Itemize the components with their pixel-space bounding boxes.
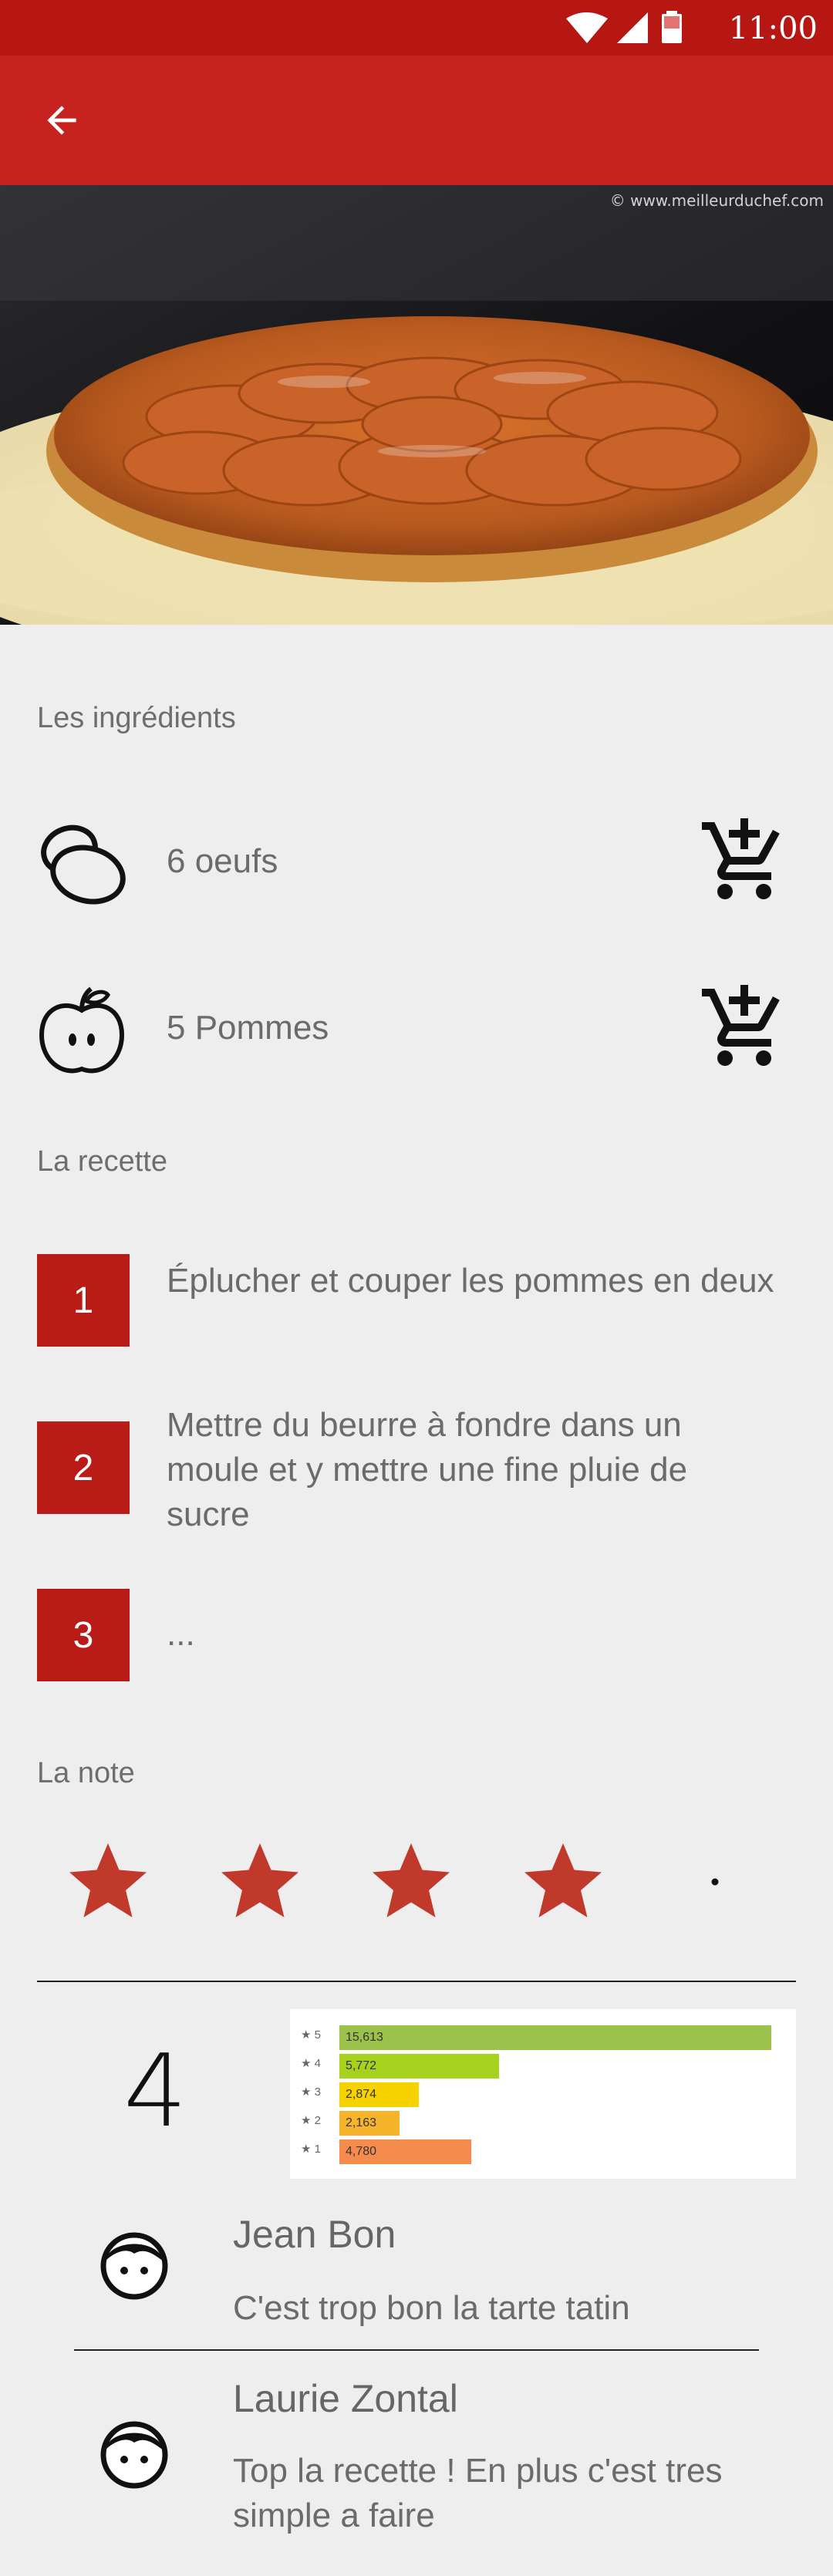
step-text: ... <box>167 1615 195 1653</box>
star-icon[interactable] <box>365 1836 457 1928</box>
wifi-icon <box>566 12 608 43</box>
ingredient-row: 5 Pommes <box>0 969 833 1077</box>
user-face-icon <box>100 2232 168 2300</box>
distribution-row: ★ 5 15,613 <box>290 2025 796 2050</box>
rating-distribution: ★ 5 15,613 ★ 4 5,772 ★ 3 2,874 ★ 2 2,163… <box>290 2009 796 2179</box>
distribution-star-label: ★ 2 <box>301 2114 321 2127</box>
ingredient-label: 6 oeufs <box>167 842 278 880</box>
arrow-left-icon <box>47 106 76 135</box>
distribution-count: 15,613 <box>346 2031 383 2044</box>
status-icons <box>566 11 682 43</box>
tarte-tatin-illustration <box>0 185 833 625</box>
rating-divider <box>37 1981 796 1982</box>
photo-watermark: © www.meilleurduchef.com <box>609 191 824 210</box>
star-rating[interactable] <box>62 1836 802 1928</box>
distribution-star-label: ★ 4 <box>301 2057 321 2070</box>
distribution-star-label: ★ 3 <box>301 2085 321 2099</box>
step-number: 3 <box>37 1589 130 1681</box>
distribution-count: 5,772 <box>346 2059 377 2072</box>
step-text: Éplucher et couper les pommes en deux <box>167 1262 774 1300</box>
egg-icon <box>41 824 126 905</box>
reviewer-name: Laurie Zontal <box>233 2377 458 2420</box>
distribution-row: ★ 4 5,772 <box>290 2054 796 2079</box>
recipe-photo: © www.meilleurduchef.com <box>0 185 833 625</box>
recipe-title: La recette <box>37 1145 167 1178</box>
review-divider <box>74 2349 759 2351</box>
signal-icon <box>617 12 648 43</box>
star-icon[interactable] <box>517 1836 609 1928</box>
app-bar <box>0 56 833 185</box>
status-bar: 11:00 <box>0 0 833 56</box>
ingredients-title: Les ingrédients <box>37 702 236 734</box>
distribution-row: ★ 3 2,874 <box>290 2082 796 2107</box>
distribution-bar <box>339 2025 771 2050</box>
add-to-cart-icon[interactable] <box>698 981 791 1074</box>
add-to-cart-icon[interactable] <box>698 814 791 907</box>
distribution-count: 2,163 <box>346 2116 377 2129</box>
star-icon-empty[interactable] <box>669 1836 761 1928</box>
step-number: 2 <box>37 1421 130 1514</box>
distribution-star-label: ★ 5 <box>301 2028 321 2042</box>
distribution-count: 4,780 <box>346 2145 377 2158</box>
status-time: 11:00 <box>728 11 818 46</box>
step-text: Mettre du beurre à fondre dans un moule … <box>167 1406 688 1533</box>
distribution-count: 2,874 <box>346 2088 377 2101</box>
distribution-row: ★ 1 4,780 <box>290 2139 796 2164</box>
star-icon[interactable] <box>214 1836 306 1928</box>
ingredient-row: 6 oeufs <box>0 802 833 910</box>
average-rating: 4 <box>123 2032 187 2149</box>
distribution-row: ★ 2 2,163 <box>290 2111 796 2136</box>
user-face-icon <box>100 2421 168 2489</box>
review-comment: C'est trop bon la tarte tatin <box>233 2289 630 2327</box>
apple-icon <box>39 986 125 1074</box>
distribution-star-label: ★ 1 <box>301 2143 321 2156</box>
star-icon[interactable] <box>62 1836 154 1928</box>
ingredient-label: 5 Pommes <box>167 1009 329 1047</box>
battery-icon <box>662 11 682 43</box>
rating-title: La note <box>37 1757 135 1789</box>
back-button[interactable] <box>31 89 93 151</box>
review-comment: Top la recette ! En plus c'est tres simp… <box>233 2452 723 2534</box>
reviewer-name: Jean Bon <box>233 2213 396 2256</box>
step-number: 1 <box>37 1254 130 1347</box>
